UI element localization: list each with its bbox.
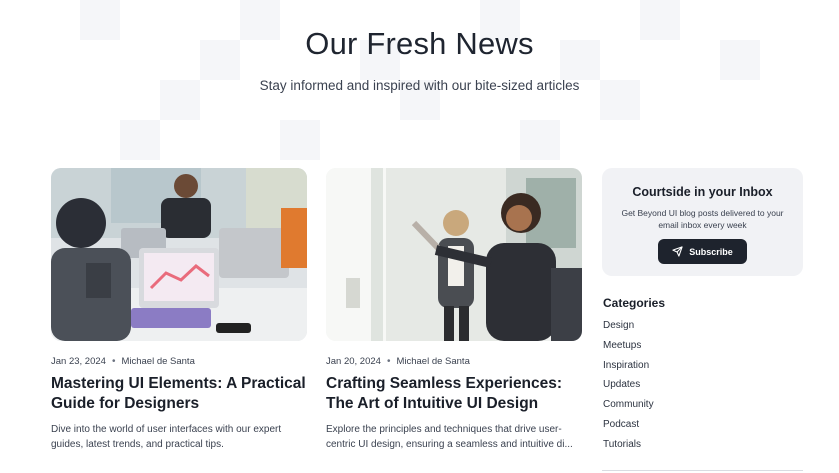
subscribe-label: Subscribe	[689, 246, 733, 257]
newsletter-title: Courtside in your Inbox	[632, 185, 773, 199]
category-item-tutorials[interactable]: Tutorials	[603, 438, 803, 458]
categories-title: Categories	[603, 296, 666, 310]
article-image[interactable]	[326, 168, 582, 341]
category-list: Design Meetups Inspiration Updates Commu…	[603, 319, 803, 458]
article-title-line: Guide for Designers	[51, 395, 200, 412]
article-author[interactable]: Michael de Santa	[396, 356, 469, 367]
send-icon	[672, 246, 683, 257]
subscribe-button[interactable]: Subscribe	[658, 239, 747, 264]
article-title-line: The Art of Intuitive UI Design	[326, 395, 539, 412]
article-card[interactable]: Jan 23, 2024 • Michael de Santa Masterin…	[51, 168, 307, 452]
article-excerpt: Explore the principles and techniques th…	[326, 422, 582, 452]
article-excerpt-line: Dive into the world of user interfaces w…	[51, 424, 282, 435]
page-subtitle: Stay informed and inspired with our bite…	[259, 78, 580, 93]
article-excerpt: Dive into the world of user interfaces w…	[51, 422, 307, 452]
article-excerpt-line: Explore the principles and techniques th…	[326, 424, 562, 435]
meta-separator: •	[386, 356, 391, 367]
sidebar-divider	[602, 470, 803, 471]
category-item-community[interactable]: Community	[603, 398, 803, 418]
article-title-line: Mastering UI Elements: A Practical	[51, 375, 306, 392]
article-title[interactable]: Crafting Seamless Experiences: The Art o…	[326, 374, 582, 414]
meta-separator: •	[111, 356, 116, 367]
category-item-updates[interactable]: Updates	[603, 378, 803, 398]
designers-working-on-laptops-photo	[51, 168, 307, 341]
categories-section: Categories Design Meetups Inspiration Up…	[603, 296, 803, 458]
category-item-podcast[interactable]: Podcast	[603, 418, 803, 438]
newsletter-panel: Courtside in your Inbox Get Beyond UI bl…	[602, 168, 803, 276]
article-title-line: Crafting Seamless Experiences:	[326, 375, 563, 392]
women-at-whiteboard-photo	[326, 168, 582, 341]
category-item-inspiration[interactable]: Inspiration	[603, 359, 803, 379]
article-meta: Jan 20, 2024 • Michael de Santa	[326, 356, 582, 367]
article-image[interactable]	[51, 168, 307, 341]
category-item-meetups[interactable]: Meetups	[603, 339, 803, 359]
article-excerpt-line: centric UI design, ensuring a seamless a…	[326, 439, 573, 450]
article-excerpt-line: guides, latest trends, and practical tip…	[51, 439, 224, 450]
newsletter-description: Get Beyond UI blog posts delivered to yo…	[621, 208, 784, 230]
article-date: Jan 20, 2024	[326, 356, 381, 367]
category-item-design[interactable]: Design	[603, 319, 803, 339]
article-author[interactable]: Michael de Santa	[121, 356, 194, 367]
article-meta: Jan 23, 2024 • Michael de Santa	[51, 356, 307, 367]
article-card[interactable]: Jan 20, 2024 • Michael de Santa Crafting…	[326, 168, 582, 452]
page-title: Our Fresh News	[305, 26, 534, 61]
article-date: Jan 23, 2024	[51, 356, 106, 367]
article-title[interactable]: Mastering UI Elements: A Practical Guide…	[51, 374, 307, 414]
